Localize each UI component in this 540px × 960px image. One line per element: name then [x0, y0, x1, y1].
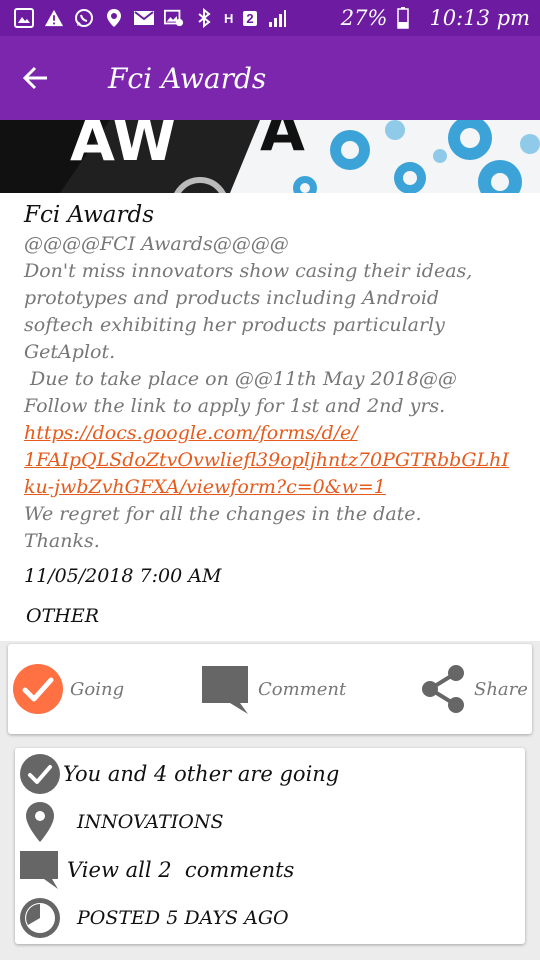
mail-icon: [134, 8, 154, 28]
image-settings-icon: [164, 8, 184, 28]
sim-indicator: 2: [243, 10, 257, 26]
description-line: Thanks.: [24, 530, 100, 552]
gallery-icon: [14, 8, 34, 28]
description-line: GetAplot.: [24, 341, 116, 363]
event-info-card: You and 4 other are going INNOVATIONS Vi…: [15, 748, 525, 944]
going-button[interactable]: Going: [12, 662, 124, 716]
signal-icon: [267, 8, 287, 28]
posted-text: POSTED 5 DAYS AGO: [77, 907, 289, 929]
check-circle-icon: [13, 664, 63, 714]
description-line: Due to take place on @@11th May 2018@@: [24, 368, 457, 390]
svg-text:AW: AW: [70, 120, 176, 174]
event-title: Fci Awards: [24, 202, 155, 228]
bluetooth-icon: [194, 8, 214, 28]
location-text: INNOVATIONS: [77, 811, 224, 833]
share-icon: [422, 665, 464, 713]
form-link[interactable]: https://docs.google.com/forms/d/e/: [24, 422, 358, 444]
description-line: softech exhibiting her products particul…: [24, 314, 445, 336]
going-label: Going: [70, 678, 125, 700]
location-pin-icon: [17, 799, 63, 845]
check-circle-icon: [17, 751, 63, 797]
action-bar: Going Comment Share: [8, 644, 532, 734]
form-link[interactable]: 1FAIpQLSdoZtvOvwliefl39opljhntz70PGTRbbG…: [24, 449, 509, 471]
form-link[interactable]: ku-jwbZvhGFXA/viewform?c=0&w=1: [24, 476, 386, 498]
event-description: @@@@FCI Awards@@@@ Don't miss innovators…: [24, 231, 516, 555]
battery-percent: 27%: [340, 6, 388, 30]
posted-row: POSTED 5 DAYS AGO: [15, 894, 525, 942]
description-line: prototypes and products including Androi…: [24, 287, 440, 309]
comment-label: Comment: [258, 678, 347, 700]
event-banner-image: AW A: [0, 120, 540, 193]
status-bar: H 2 27% 10:13 pm: [0, 0, 540, 36]
warning-icon: [44, 8, 64, 28]
attendees-text: You and 4 other are going: [63, 762, 340, 786]
network-type: H: [224, 10, 234, 26]
description-line: Follow the link to apply for 1st and 2nd…: [24, 395, 446, 417]
page-title: Fci Awards: [108, 61, 267, 95]
comment-icon: [17, 847, 63, 893]
location-icon: [104, 8, 124, 28]
description-line: We regret for all the changes in the dat…: [24, 503, 422, 525]
description-line: @@@@FCI Awards@@@@: [24, 233, 289, 255]
event-category: OTHER: [26, 605, 99, 627]
description-line: Don't miss innovators show casing their …: [24, 260, 473, 282]
svg-text:A: A: [260, 120, 305, 164]
comment-icon: [202, 666, 248, 714]
back-button[interactable]: [0, 36, 72, 120]
comment-button[interactable]: Comment: [200, 662, 346, 716]
arrow-back-icon: [23, 66, 47, 90]
event-datetime: 11/05/2018 7:00 AM: [24, 565, 222, 587]
app-bar: Fci Awards: [0, 36, 540, 120]
comments-row[interactable]: View all 2 comments: [15, 846, 525, 894]
battery-icon: [393, 7, 413, 29]
clock-icon: [17, 895, 63, 941]
clock: 10:13 pm: [429, 6, 530, 30]
attendees-row[interactable]: You and 4 other are going: [15, 750, 525, 798]
share-button[interactable]: Share: [418, 662, 528, 716]
location-row[interactable]: INNOVATIONS: [15, 798, 525, 846]
share-label: Share: [474, 678, 528, 700]
whatsapp-icon: [74, 8, 94, 28]
event-details-card: Fci Awards @@@@FCI Awards@@@@ Don't miss…: [0, 193, 540, 641]
comments-text: View all 2 comments: [67, 858, 295, 882]
